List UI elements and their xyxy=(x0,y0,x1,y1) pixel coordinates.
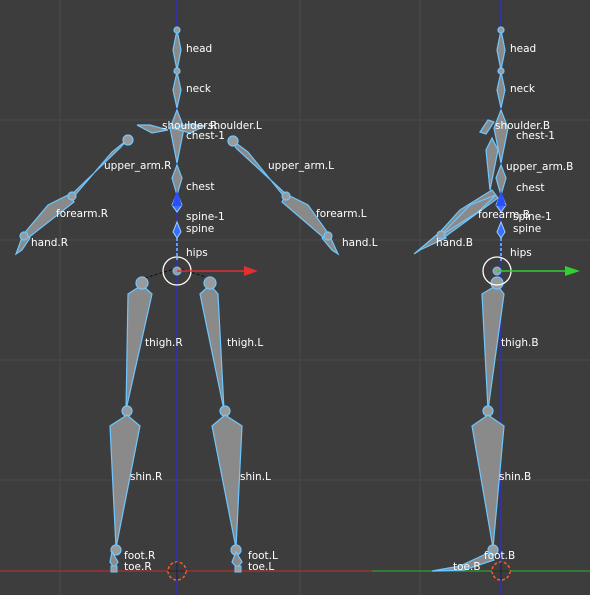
bone-head[interactable] xyxy=(172,29,182,71)
side-label-spine-1: spine-1 xyxy=(513,211,552,223)
label-forearm-r: forearm.R xyxy=(56,208,108,220)
side-label-foot: foot.B xyxy=(484,550,515,562)
label-neck: neck xyxy=(186,83,212,95)
joint-wrist-l[interactable] xyxy=(323,231,333,241)
label-hand-l: hand.L xyxy=(342,237,378,249)
side-label-chest: chest xyxy=(516,182,544,194)
side-label-head: head xyxy=(510,43,536,55)
joint-head-tip[interactable] xyxy=(173,26,181,34)
label-chest-1: chest-1 xyxy=(186,130,225,142)
label-spine-1: spine-1 xyxy=(186,211,225,223)
label-forearm-l: forearm.L xyxy=(316,208,367,220)
side-bone-neck[interactable] xyxy=(496,71,506,109)
label-hand-r: hand.R xyxy=(31,237,68,249)
bone-toe-l[interactable] xyxy=(234,565,242,573)
label-head: head xyxy=(186,43,212,55)
side-label-spine: spine xyxy=(513,223,541,235)
joint-neck[interactable] xyxy=(173,67,181,75)
side-joint-neck[interactable] xyxy=(497,67,505,75)
3d-cursor-icon[interactable] xyxy=(167,561,187,581)
label-shin-r: shin.R xyxy=(130,471,162,483)
bone-chest-1[interactable] xyxy=(169,108,185,164)
label-chest: chest xyxy=(186,181,214,193)
side-labels: head neck shoulder.B chest-1 upper_arm.B… xyxy=(436,43,573,573)
bone-shin-l[interactable] xyxy=(211,414,243,549)
side-bone-upper-arm[interactable] xyxy=(485,136,499,191)
side-joint-hip[interactable] xyxy=(490,276,504,290)
side-transform-manipulator-icon[interactable] xyxy=(482,190,580,286)
side-label-upper-arm: upper_arm.B xyxy=(506,161,573,173)
side-label-thigh: thigh.B xyxy=(501,337,539,349)
label-thigh-l: thigh.L xyxy=(227,337,263,349)
joint-elbow-r[interactable] xyxy=(67,191,77,201)
side-label-shin: shin.B xyxy=(499,471,531,483)
side-bone-shoulder[interactable] xyxy=(479,119,495,135)
bone-toe-r[interactable] xyxy=(110,565,118,573)
joint-elbow-l-top[interactable] xyxy=(227,135,239,147)
joint-elbow-r-top[interactable] xyxy=(122,134,134,146)
side-bone-head[interactable] xyxy=(496,29,506,71)
3d-viewport[interactable]: head neck shoulder.R shoulder.L chest-1 … xyxy=(0,0,590,595)
label-hips: hips xyxy=(186,247,208,259)
joint-hip-l[interactable] xyxy=(203,276,217,290)
label-spine: spine xyxy=(186,223,214,235)
armature-side[interactable] xyxy=(413,26,509,572)
side-bone-spine[interactable] xyxy=(496,220,506,239)
label-toe-r: toe.R xyxy=(124,561,152,573)
viewport-canvas[interactable]: head neck shoulder.R shoulder.L chest-1 … xyxy=(0,0,590,595)
side-label-hips: hips xyxy=(510,247,532,259)
bone-neck[interactable] xyxy=(172,71,182,109)
side-label-neck: neck xyxy=(510,83,536,95)
side-label-toe: toe.B xyxy=(453,561,481,573)
label-upper-arm-r: upper_arm.R xyxy=(104,160,171,172)
label-toe-l: toe.L xyxy=(248,561,274,573)
side-label-chest-1: chest-1 xyxy=(516,130,555,142)
joint-wrist-r[interactable] xyxy=(19,231,29,241)
label-thigh-r: thigh.R xyxy=(145,337,183,349)
label-shin-l: shin.L xyxy=(240,471,271,483)
label-upper-arm-l: upper_arm.L xyxy=(268,160,334,172)
side-label-hand: hand.B xyxy=(436,237,473,249)
joint-hip-r[interactable] xyxy=(135,276,149,290)
bone-spine[interactable] xyxy=(172,220,182,239)
side-joint-head-tip[interactable] xyxy=(497,26,505,34)
bone-thigh-l[interactable] xyxy=(199,284,225,411)
joint-elbow-l[interactable] xyxy=(281,191,291,201)
side-3d-cursor-icon[interactable] xyxy=(491,561,511,581)
